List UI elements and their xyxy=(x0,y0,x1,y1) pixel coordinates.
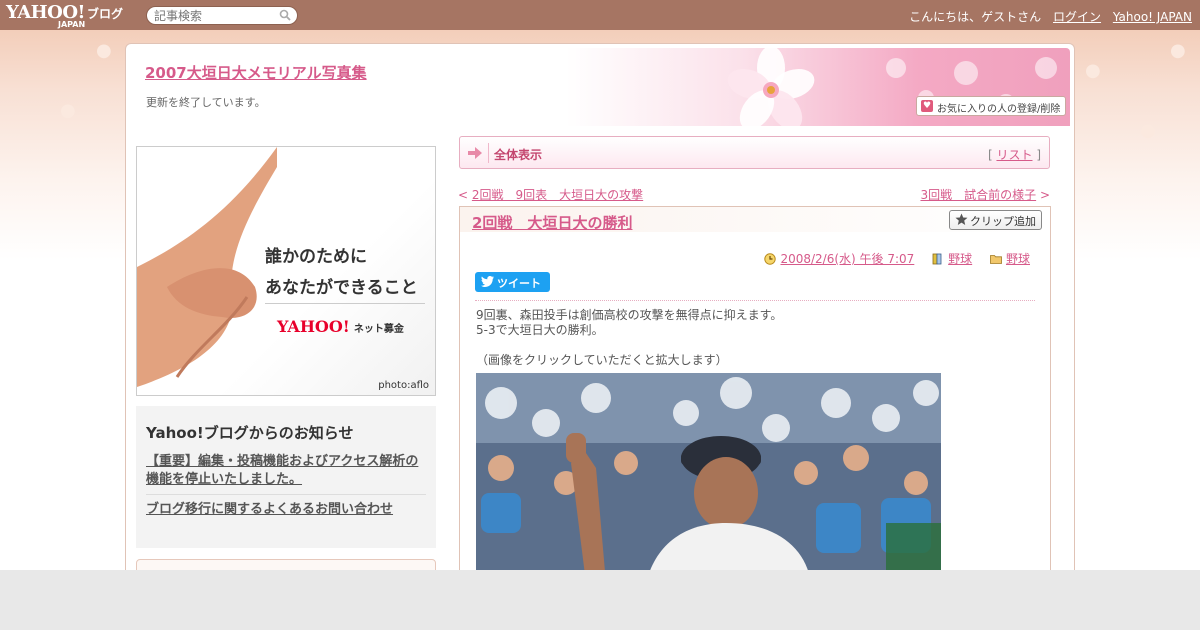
twitter-bird-icon xyxy=(481,276,494,287)
category-link-2[interactable]: 野球 xyxy=(1006,252,1030,266)
user-links: こんにちは、ゲストさん ログイン Yahoo! JAPAN xyxy=(901,8,1192,25)
arrow-right-icon xyxy=(468,147,482,159)
article-meta: 2008/2/6(水) 午後 7:07 野球 野球 xyxy=(750,250,1030,267)
yahoo-blog-logo[interactable]: YAHOO! ブログ JAPAN xyxy=(6,2,123,29)
ad-logo-label: ネット募金 xyxy=(353,324,404,335)
list-link[interactable]: リスト xyxy=(996,148,1032,162)
ad-line-1: 誰かのために xyxy=(265,247,367,267)
clip-add-button[interactable]: クリップ追加 xyxy=(949,210,1042,230)
star-icon xyxy=(955,213,968,225)
article-photo[interactable] xyxy=(476,373,941,582)
paw-decoration-icon: ● xyxy=(1170,40,1186,61)
ad-yahoo-logo: YAHOO! ネット募金 xyxy=(277,317,404,336)
body-line: 9回裏、森田投手は創価高校の攻撃を無得点に抑えます。 xyxy=(476,308,783,322)
list-view-toggle: [ リスト ] xyxy=(988,146,1041,163)
search-input[interactable] xyxy=(147,7,272,24)
article: 2回戦 大垣日大の勝利 クリップ追加 2008/2/6(水) 午後 7:07 野… xyxy=(459,206,1051,582)
ad-logo-text: YAHOO! xyxy=(277,317,350,336)
baseball-crowd-photo xyxy=(476,373,941,582)
search-icon[interactable] xyxy=(279,9,291,21)
yahoo-blog-notice: Yahoo!ブログからのお知らせ 【重要】編集・投稿機能およびアクセス解析の機能… xyxy=(136,406,436,548)
tweet-button[interactable]: ツイート xyxy=(475,272,550,292)
top-bar: YAHOO!ブログ JAPAN こんにちは、ゲストさん ログイン Yahoo! … xyxy=(0,0,1200,30)
paw-decoration-icon: ● xyxy=(60,100,76,121)
bracket-open: [ xyxy=(987,148,993,162)
prev-article: < 2回戦 9回表 大垣日大の攻撃 xyxy=(458,186,643,203)
paw-decoration-icon: ● xyxy=(1140,120,1156,141)
logo-blog: ブログ xyxy=(86,7,123,21)
notice-link-faq[interactable]: ブログ移行に関するよくあるお問い合わせ xyxy=(146,501,426,524)
search-box xyxy=(146,6,298,25)
next-article: 3回戦 試合前の様子 > xyxy=(920,186,1050,203)
main-container: 2007大垣日大メモリアル写真集 更新を終了しています。 ♥ お気に入りの人の登… xyxy=(125,43,1075,583)
bracket-close: ] xyxy=(1036,148,1041,162)
paw-decoration-icon: ● xyxy=(96,40,112,61)
folder-icon xyxy=(990,255,1002,264)
blog-header: 2007大垣日大メモリアル写真集 更新を終了しています。 ♥ お気に入りの人の登… xyxy=(126,44,1074,130)
prev-mark: < xyxy=(458,188,469,202)
heart-icon: ♥ xyxy=(921,100,933,112)
blog-title-link[interactable]: 2007大垣日大メモリアル写真集 xyxy=(145,62,367,83)
category-link-1[interactable]: 野球 xyxy=(948,252,972,266)
notice-title: Yahoo!ブログからのお知らせ xyxy=(146,424,354,442)
next-mark: > xyxy=(1039,188,1050,202)
blog-description: 更新を終了しています。 xyxy=(146,96,266,109)
article-header: 2回戦 大垣日大の勝利 クリップ追加 xyxy=(460,207,1050,232)
yahoo-japan-link[interactable]: Yahoo! JAPAN xyxy=(1113,10,1192,24)
ad-divider xyxy=(265,303,425,304)
book-icon xyxy=(932,253,942,265)
body-spacer xyxy=(476,338,782,353)
next-article-link[interactable]: 3回戦 試合前の様子 xyxy=(920,188,1036,202)
ad-line-2: あなたができること xyxy=(265,278,418,298)
notice-link-important[interactable]: 【重要】編集・投稿機能およびアクセス解析の機能を停止いたしました。 xyxy=(146,453,426,494)
favorite-button-label: お気に入りの人の登録/削除 xyxy=(937,104,1061,115)
notice-divider xyxy=(146,494,426,495)
article-date-link[interactable]: 2008/2/6(水) 午後 7:07 xyxy=(780,252,914,266)
show-all-label[interactable]: 全体表示 xyxy=(494,146,542,163)
clip-button-label: クリップ追加 xyxy=(970,215,1036,228)
tweet-label: ツイート xyxy=(497,277,541,290)
paw-decoration-icon: ● xyxy=(1085,60,1101,81)
net-donation-ad[interactable]: 誰かのために あなたができること YAHOO! ネット募金 photo:aflo xyxy=(136,146,436,396)
login-link[interactable]: ログイン xyxy=(1053,10,1101,24)
greeting-text: こんにちは、ゲストさん xyxy=(909,10,1042,24)
nav-separator xyxy=(488,143,489,163)
page-bottom-band xyxy=(0,570,1200,630)
prev-article-link[interactable]: 2回戦 9回表 大垣日大の攻撃 xyxy=(472,188,643,202)
clock-icon xyxy=(764,253,777,265)
article-body: 9回裏、森田投手は創価高校の攻撃を無得点に抑えます。 5-3で大垣日大の勝利。 … xyxy=(476,308,782,368)
article-title-link[interactable]: 2回戦 大垣日大の勝利 xyxy=(472,212,632,233)
meta-divider xyxy=(475,300,1035,301)
photo-credit: photo:aflo xyxy=(378,380,429,391)
body-line: （画像をクリックしていただくと拡大します） xyxy=(476,353,728,367)
article-nav-bar: 全体表示 [ リスト ] xyxy=(459,136,1050,169)
logo-sub: JAPAN xyxy=(58,20,86,29)
favorite-register-button[interactable]: ♥ お気に入りの人の登録/削除 xyxy=(916,96,1066,116)
body-line: 5-3で大垣日大の勝利。 xyxy=(476,323,604,337)
handshake-icon xyxy=(137,147,277,387)
